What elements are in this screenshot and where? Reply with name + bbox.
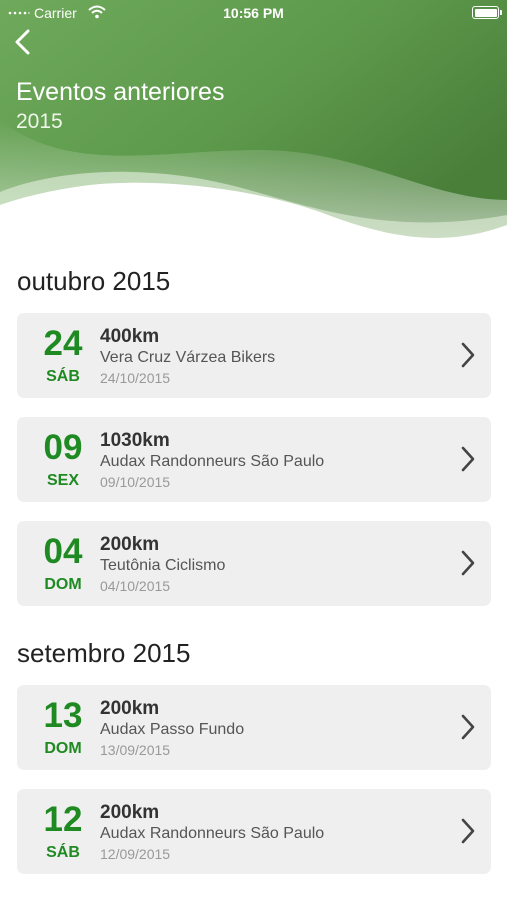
- chevron-left-icon: [15, 29, 30, 55]
- event-weekday: SÁB: [46, 368, 80, 385]
- battery-icon: [472, 6, 499, 19]
- event-distance: 200km: [100, 698, 160, 719]
- page-title: Eventos anteriores: [16, 78, 225, 106]
- event-organizer: Audax Passo Fundo: [100, 721, 245, 738]
- event-card[interactable]: 04 DOM 200km Teutônia Ciclismo 04/10/201…: [17, 521, 491, 606]
- event-distance: 200km: [100, 534, 160, 555]
- header-banner: Carrier 10:56 PM Eventos anteriores 2015: [0, 0, 507, 250]
- chevron-right-icon: [461, 446, 475, 472]
- section-header-outubro: outubro 2015: [17, 266, 171, 296]
- event-card[interactable]: 13 DOM 200km Audax Passo Fundo 13/09/201…: [17, 685, 491, 770]
- event-card[interactable]: 09 SEX 1030km Audax Randonneurs São Paul…: [17, 417, 491, 502]
- event-distance: 200km: [100, 802, 160, 823]
- event-organizer: Audax Randonneurs São Paulo: [100, 453, 325, 470]
- chevron-right-icon: [461, 342, 475, 368]
- event-date: 24/10/2015: [100, 370, 171, 386]
- event-day: 09: [43, 428, 83, 467]
- event-date: 04/10/2015: [100, 578, 171, 594]
- chevron-right-icon: [461, 818, 475, 844]
- wave-background: [0, 0, 507, 250]
- event-card[interactable]: 12 SÁB 200km Audax Randonneurs São Paulo…: [17, 789, 491, 874]
- event-date: 12/09/2015: [100, 846, 171, 862]
- event-distance: 1030km: [100, 430, 170, 451]
- event-day: 24: [43, 324, 83, 363]
- event-weekday: DOM: [44, 576, 82, 593]
- battery-tip: [500, 10, 502, 15]
- event-day: 12: [43, 800, 83, 839]
- event-date: 13/09/2015: [100, 742, 171, 758]
- status-bar: Carrier 10:56 PM: [0, 0, 507, 26]
- event-organizer: Audax Randonneurs São Paulo: [100, 825, 325, 842]
- event-card[interactable]: 24 SÁB 400km Vera Cruz Várzea Bikers 24/…: [17, 313, 491, 398]
- event-weekday: SÁB: [46, 844, 80, 861]
- event-organizer: Teutônia Ciclismo: [100, 557, 226, 574]
- event-date: 09/10/2015: [100, 474, 171, 490]
- event-day: 13: [43, 696, 83, 735]
- chevron-right-icon: [461, 714, 475, 740]
- back-button[interactable]: [12, 28, 36, 56]
- event-weekday: DOM: [44, 740, 82, 757]
- section-header-setembro: setembro 2015: [17, 638, 191, 668]
- clock-time: 10:56 PM: [223, 5, 284, 21]
- event-day: 04: [43, 532, 83, 571]
- event-organizer: Vera Cruz Várzea Bikers: [100, 349, 276, 366]
- event-distance: 400km: [100, 326, 160, 347]
- event-weekday: SEX: [46, 472, 79, 489]
- chevron-right-icon: [461, 550, 475, 576]
- page-subtitle: 2015: [16, 110, 63, 133]
